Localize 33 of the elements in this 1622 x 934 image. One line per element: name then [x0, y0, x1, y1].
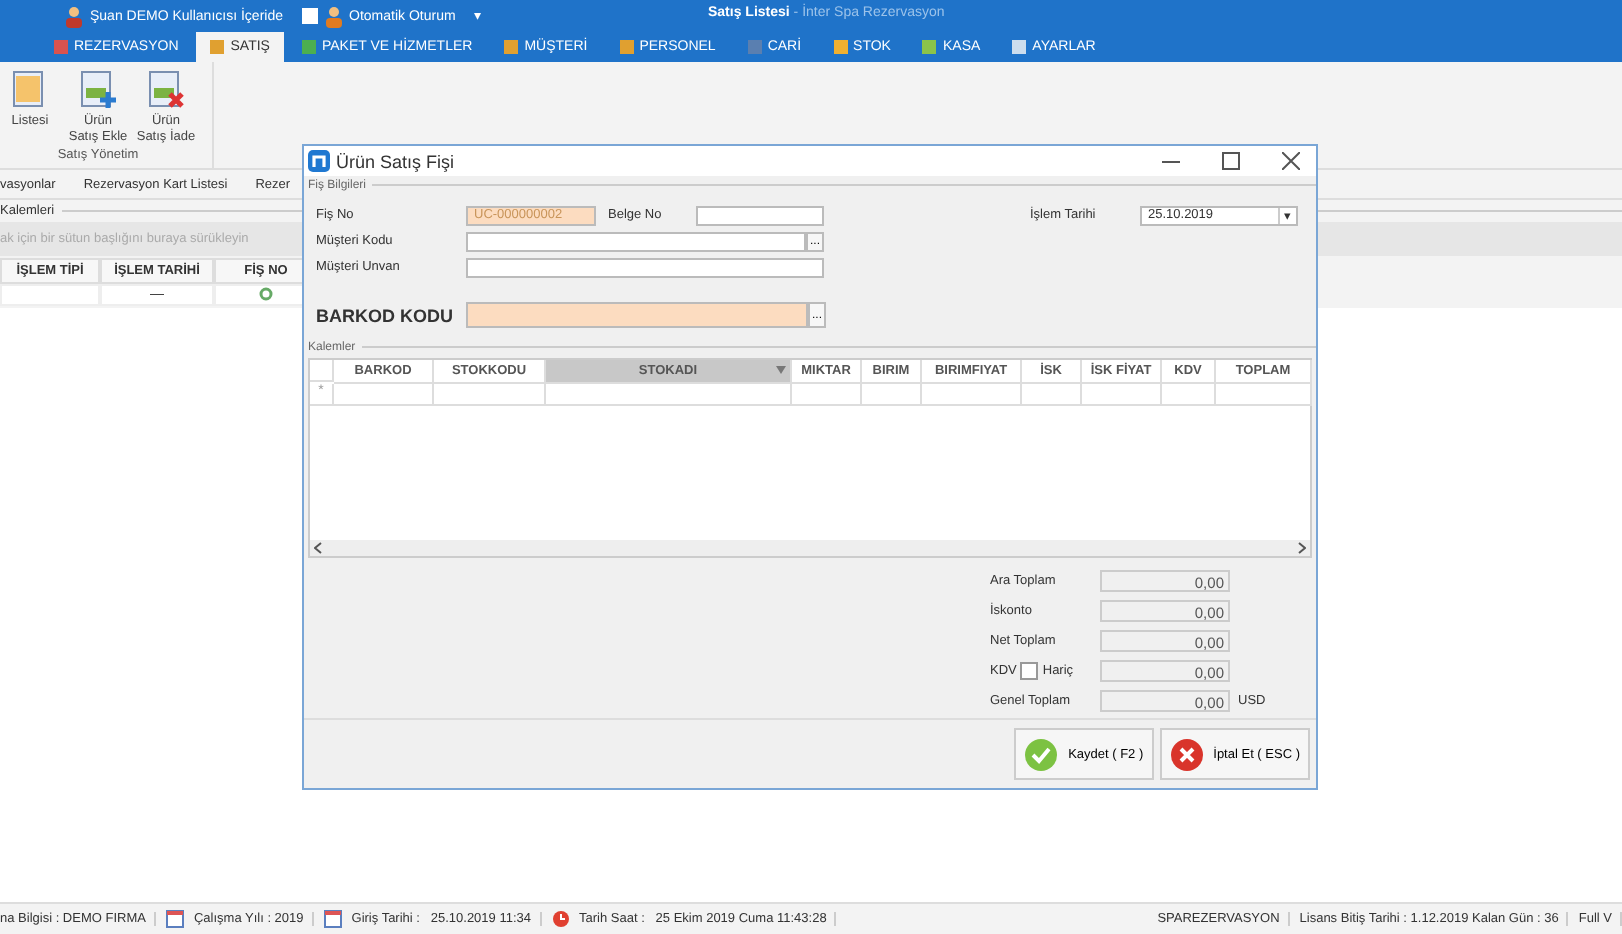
person-icon	[323, 5, 343, 27]
table-cell[interactable]	[1082, 383, 1162, 405]
scroll-right-icon[interactable]	[1298, 542, 1306, 554]
table-cell[interactable]	[546, 383, 792, 405]
maximize-icon[interactable]	[1222, 152, 1240, 171]
auto-login-checkbox[interactable]	[301, 8, 317, 24]
barcode-field[interactable]	[466, 302, 808, 329]
horizontal-scrollbar[interactable]	[310, 540, 1310, 556]
cross-icon	[1169, 737, 1204, 771]
table-cell[interactable]	[1162, 383, 1216, 405]
table-cell[interactable]	[922, 383, 1022, 405]
dialog-title: Ürün Satış Fişi	[336, 151, 455, 172]
checkmark-icon	[1024, 737, 1059, 771]
table-cell[interactable]	[1216, 383, 1312, 405]
document-delete-icon	[146, 70, 186, 110]
customer-title-field[interactable]	[466, 257, 824, 278]
filter-icon[interactable]	[776, 365, 786, 375]
field-label: BARKOD KODU	[316, 305, 455, 326]
calendar-icon	[323, 910, 342, 928]
table-cell[interactable]	[862, 383, 922, 405]
close-icon[interactable]	[1282, 152, 1300, 171]
calendar-icon	[165, 910, 184, 928]
clock-icon	[551, 910, 569, 928]
vat-excluded-checkbox[interactable]	[1020, 661, 1039, 679]
table-cell[interactable]	[1022, 383, 1082, 405]
table-cell[interactable]	[334, 383, 434, 405]
person-icon	[64, 5, 84, 27]
document-add-icon	[78, 70, 118, 110]
scroll-left-icon[interactable]	[314, 542, 322, 554]
document-number-field[interactable]	[696, 205, 824, 226]
customer-code-field[interactable]	[466, 231, 806, 252]
table-cell[interactable]	[434, 383, 546, 405]
table-cell[interactable]	[792, 383, 862, 405]
